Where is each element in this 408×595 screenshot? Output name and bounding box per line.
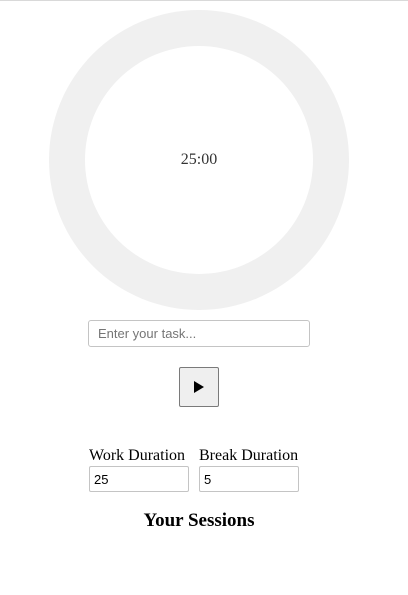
break-duration-label: Break Duration (199, 447, 299, 464)
break-duration-group: Break Duration (199, 446, 299, 492)
pomodoro-app: 25:00 Work Duration Break Duration Your … (0, 0, 408, 595)
work-duration-label: Work Duration (89, 447, 186, 464)
break-duration-input[interactable] (199, 466, 299, 492)
work-duration-group: Work Duration (89, 446, 189, 492)
top-divider (0, 0, 408, 1)
timer-face: 25:00 (85, 46, 313, 274)
task-input[interactable] (88, 320, 310, 347)
work-duration-input[interactable] (89, 466, 189, 492)
timer-progress-ring: 25:00 (49, 10, 349, 310)
play-icon (194, 381, 204, 393)
sessions-heading: Your Sessions (143, 510, 255, 531)
start-timer-button[interactable] (179, 367, 219, 407)
timer-display: 25:00 (180, 151, 218, 168)
